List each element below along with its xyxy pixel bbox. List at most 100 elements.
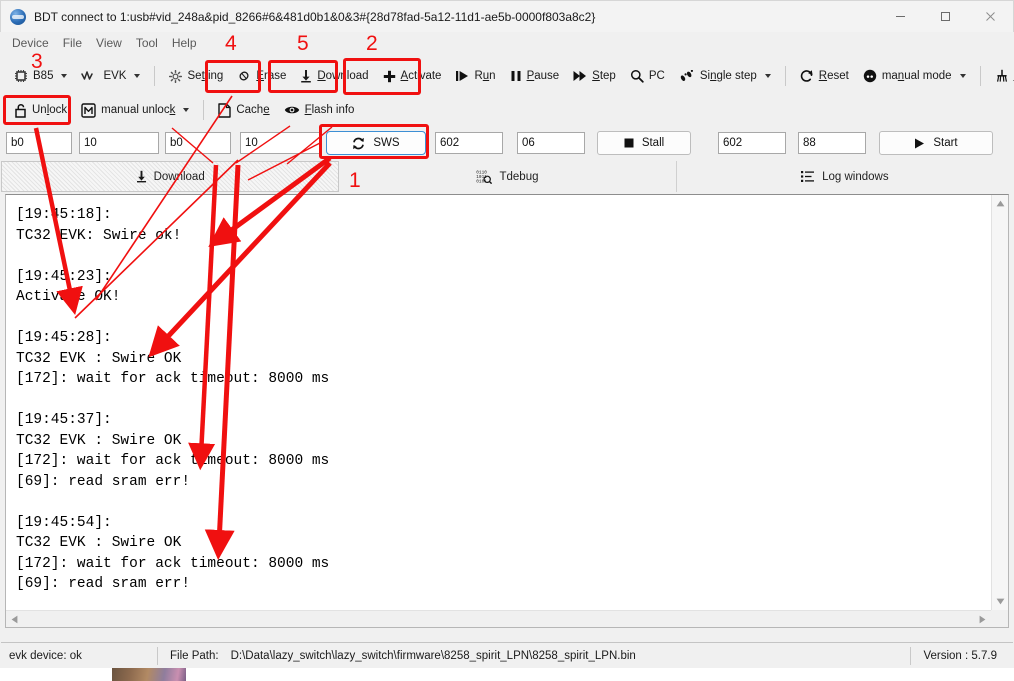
chevron-down-icon[interactable] — [61, 74, 68, 78]
chevron-down-icon[interactable] — [959, 74, 966, 78]
padlock-open-icon — [14, 103, 27, 118]
start-label: Start — [933, 137, 958, 149]
log-vertical-scrollbar[interactable] — [991, 195, 1008, 610]
toolbar-divider — [784, 66, 786, 86]
tab-log-windows-label: Log windows — [822, 170, 889, 183]
chevron-down-icon[interactable] — [764, 74, 771, 78]
stall-label: Stall — [641, 137, 665, 149]
waveform-icon — [81, 70, 98, 82]
activate-button[interactable]: Activate — [376, 63, 449, 89]
pause-label: Pause — [526, 70, 560, 82]
menu-item-tool[interactable]: Tool — [129, 34, 165, 52]
step-button[interactable]: Step — [566, 63, 623, 89]
cache-button[interactable]: Cache — [211, 97, 276, 123]
menu-item-device[interactable]: Device — [5, 34, 56, 52]
unlock-label: Unlock — [32, 104, 68, 116]
tab-log-windows[interactable]: Log windows — [677, 161, 1013, 192]
view-tab-bar: Download 0110 1011 0101 Tdebug Log windo… — [1, 161, 1013, 192]
menu-item-view[interactable]: View — [89, 34, 129, 52]
start-button[interactable]: Start — [879, 131, 993, 155]
len1-input[interactable] — [79, 132, 159, 154]
flash-info-button[interactable]: Flash info — [277, 97, 362, 123]
stop-square-icon — [624, 138, 634, 148]
download-button[interactable]: Download — [293, 63, 375, 89]
menu-item-help[interactable]: Help — [165, 34, 204, 52]
eye-icon — [284, 104, 300, 116]
sws-value2-input[interactable] — [517, 132, 585, 154]
log-horizontal-scrollbar[interactable] — [6, 610, 991, 627]
maximize-icon[interactable] — [923, 1, 968, 32]
status-bar: evk device: ok File Path: D:\Data\lazy_s… — [1, 642, 1013, 668]
refresh-icon — [800, 69, 814, 83]
stall-value2-input[interactable] — [798, 132, 866, 154]
pause-button[interactable]: Pause — [503, 63, 567, 89]
minimize-icon[interactable] — [878, 1, 923, 32]
window-controls — [878, 1, 1013, 32]
chevron-down-icon[interactable] — [134, 74, 141, 78]
scroll-down-icon[interactable] — [992, 593, 1008, 610]
chevron-down-icon[interactable] — [183, 108, 190, 112]
run-label: Run — [474, 70, 496, 82]
stall-button[interactable]: Stall — [597, 131, 691, 155]
download-arrow-icon — [136, 170, 147, 183]
setting-label: Setting — [187, 70, 224, 82]
close-icon[interactable] — [968, 1, 1013, 32]
sws-value-input[interactable] — [435, 132, 503, 154]
manual-mode-button[interactable]: manual mode — [856, 63, 973, 89]
list-lines-icon — [801, 170, 815, 183]
tab-tdebug[interactable]: 0110 1011 0101 Tdebug — [339, 161, 677, 192]
unlock-button[interactable]: Unlock — [7, 97, 74, 123]
scroll-right-icon[interactable] — [974, 611, 991, 627]
manual-unlock-button[interactable]: manual unlock — [74, 97, 196, 123]
clear-button[interactable]: Clear — [988, 63, 1014, 89]
scroll-up-icon[interactable] — [992, 195, 1008, 212]
erase-button[interactable]: Erase — [230, 63, 293, 89]
bdt-application-window: BDT connect to 1:usb#vid_248a&pid_8266#6… — [0, 0, 1014, 681]
len2-input[interactable] — [240, 132, 320, 154]
single-step-button[interactable]: Single step — [672, 63, 778, 89]
status-version: Version : 5.7.9 — [923, 649, 997, 662]
magnifier-icon — [630, 69, 644, 83]
toolbar-divider — [979, 66, 981, 86]
evk-select-button[interactable]: EVK — [74, 63, 147, 89]
status-device: evk device: ok — [9, 649, 82, 662]
menu-item-file[interactable]: File — [56, 34, 89, 52]
download-label: Download — [317, 70, 369, 82]
window-title: BDT connect to 1:usb#vid_248a&pid_8266#6… — [34, 9, 596, 24]
addr1-input[interactable] — [6, 132, 72, 154]
flash-info-label: Flash info — [304, 104, 355, 116]
run-button[interactable]: Run — [448, 63, 502, 89]
single-step-label: Single step — [699, 70, 757, 82]
chip-select-button[interactable]: B85 — [7, 63, 74, 89]
status-file-path: D:\Data\lazy_switch\lazy_switch\firmware… — [230, 649, 636, 662]
reset-label: Reset — [818, 70, 849, 82]
binary-magnifier-icon: 0110 1011 0101 — [476, 169, 493, 184]
bdt-app-icon — [10, 8, 26, 25]
title-bar: BDT connect to 1:usb#vid_248a&pid_8266#6… — [0, 0, 1014, 32]
scroll-left-icon[interactable] — [6, 611, 23, 627]
manual-mode-label: manual mode — [881, 70, 952, 82]
sws-label: SWS — [373, 137, 400, 149]
stall-value-input[interactable] — [718, 132, 786, 154]
setting-button[interactable]: Setting — [162, 63, 230, 89]
tab-download[interactable]: Download — [1, 161, 340, 192]
tab-download-label: Download — [153, 170, 205, 183]
play-triangle-icon — [914, 138, 925, 149]
broom-icon — [995, 69, 1009, 83]
sws-button[interactable]: SWS — [326, 131, 426, 155]
mode-circle-icon — [863, 69, 877, 83]
download-arrow-icon — [300, 69, 312, 83]
step-label: Step — [592, 70, 616, 82]
reset-button[interactable]: Reset — [793, 63, 856, 89]
addr2-input[interactable] — [165, 132, 231, 154]
chip-select-label: B85 — [33, 70, 54, 82]
memory-card-icon — [218, 102, 232, 118]
pc-button[interactable]: PC — [623, 63, 672, 89]
status-file-path-label: File Path: — [170, 649, 219, 662]
chip-icon — [14, 69, 28, 83]
pc-label: PC — [648, 70, 665, 82]
eraser-icon — [237, 69, 251, 83]
pause-icon — [510, 70, 522, 82]
secondary-toolbar: Unlock manual unlock Cache Flash info — [1, 95, 1013, 125]
refresh-cycle-icon — [352, 137, 365, 150]
